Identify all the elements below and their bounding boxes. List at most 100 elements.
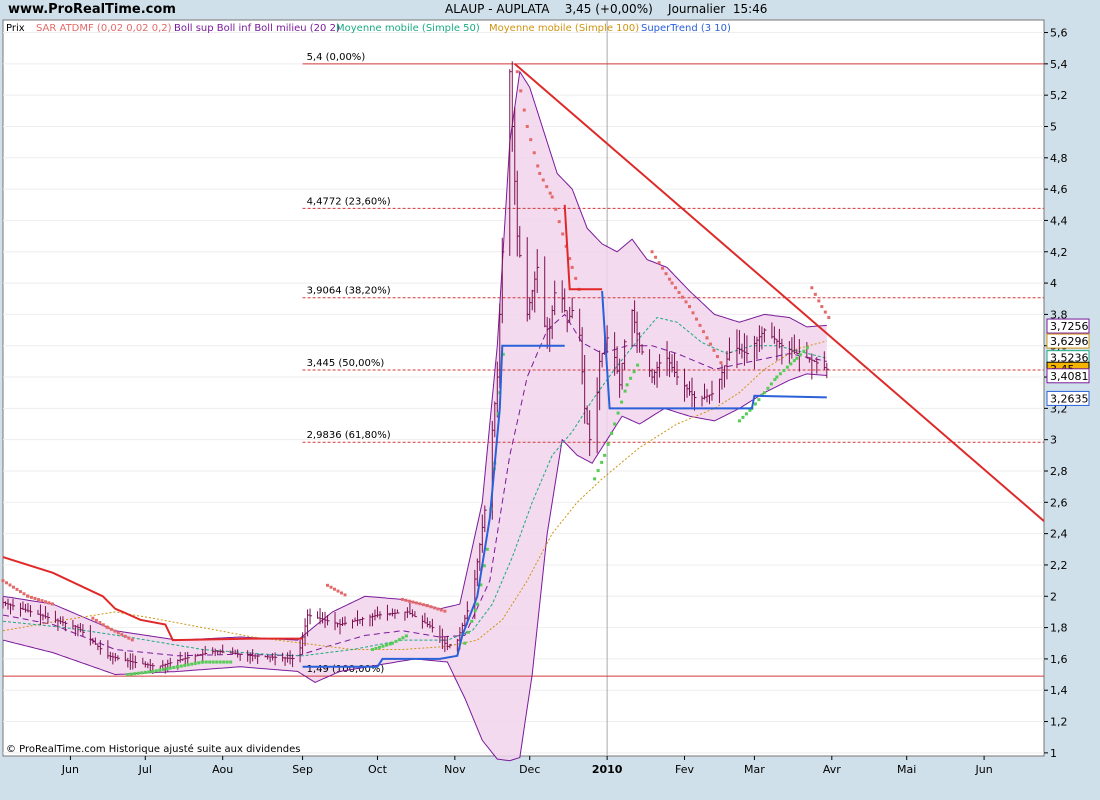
sar-dot-down: [421, 603, 425, 607]
sar-dot-up: [802, 349, 806, 353]
sar-dot-down: [425, 604, 429, 608]
x-tick-label: Mai: [897, 763, 916, 776]
sar-dot-up: [603, 453, 607, 457]
fib-label: 3,9064 (38,20%): [307, 286, 391, 297]
y-tick-label: 4,4: [1050, 214, 1068, 227]
sar-dot-down: [664, 272, 668, 276]
sar-dot-up: [225, 660, 229, 664]
fib-label: 5,4 (0,00%): [307, 52, 366, 63]
sar-dot-up: [215, 660, 219, 664]
x-tick-label: Jun: [974, 763, 992, 776]
sar-dot-down: [36, 598, 40, 602]
sar-dot-up: [404, 634, 408, 638]
sar-dot-up: [596, 469, 600, 473]
legend: Prix SAR ATDMF (0,02 0,02 0,2) Boll sup Bo…: [6, 23, 731, 34]
sar-dot-up: [204, 660, 208, 664]
sar-dot-down: [691, 311, 695, 315]
value-tag-label: 3,7256: [1050, 320, 1089, 333]
y-tick-label: 3: [1050, 434, 1057, 447]
sar-dot-up: [466, 630, 470, 634]
sar-dot-down: [712, 348, 716, 352]
x-tick-label: 2010: [592, 763, 623, 776]
sar-dot-down: [522, 108, 526, 112]
sar-dot-down: [4, 581, 8, 585]
sar-dot-down: [695, 317, 699, 321]
sar-dot-up: [778, 372, 782, 376]
y-tick-label: 2,6: [1050, 496, 1068, 509]
sar-dot-up: [789, 362, 793, 366]
sar-dot-down: [343, 593, 347, 597]
sar-dot-up: [218, 660, 222, 664]
sar-dot-down: [106, 626, 110, 630]
legend-item: Moyenne mobile (Simple 100): [489, 23, 639, 34]
sar-dot-up: [757, 398, 761, 402]
y-tick-label: 2,2: [1050, 559, 1068, 572]
sar-dot-up: [775, 375, 779, 379]
sar-dot-down: [1, 579, 5, 583]
sar-dot-up: [606, 442, 610, 446]
sar-dot-up: [133, 672, 137, 676]
sar-dot-up: [394, 639, 398, 643]
sar-dot-down: [400, 597, 404, 601]
price-chart[interactable]: 5,4 (0,00%) 4,4772 (23,60%) 3,9064 (38,20%…: [0, 0, 1100, 800]
sar-dot-down: [94, 618, 98, 622]
x-tick-label: Dec: [519, 763, 540, 776]
sar-dot-up: [485, 547, 489, 551]
sar-dot-up: [737, 419, 741, 423]
sar-dot-down: [15, 587, 19, 591]
sar-dot-down: [654, 255, 658, 259]
sar-dot-up: [129, 672, 133, 676]
sar-dot-down: [670, 281, 674, 285]
sar-dot-down: [29, 595, 33, 599]
value-tag-label: 3,6296: [1050, 335, 1089, 348]
x-tick-label: Jun: [61, 763, 79, 776]
legend-item: Prix: [6, 23, 25, 34]
sar-dot-up: [766, 386, 770, 390]
y-tick-label: 2: [1050, 590, 1057, 603]
sar-dot-down: [40, 599, 44, 603]
sar-dot-up: [475, 602, 479, 606]
x-tick-label: Fev: [675, 763, 694, 776]
y-tick-label: 2,8: [1050, 465, 1068, 478]
sar-dot-up: [161, 667, 165, 671]
sar-dot-up: [201, 660, 205, 664]
sar-dot-up: [140, 671, 144, 675]
sar-dot-up: [593, 477, 597, 481]
sar-dot-down: [532, 151, 536, 155]
legend-item: Moyenne mobile (Simple 50): [336, 23, 480, 34]
sar-dot-up: [222, 660, 226, 664]
sar-dot-down: [541, 178, 545, 182]
sar-dot-down: [26, 594, 30, 598]
y-tick-label: 1,2: [1050, 716, 1068, 729]
sar-dot-down: [548, 191, 552, 195]
sar-dot-down: [550, 195, 554, 199]
sar-dot-down: [561, 232, 565, 236]
sar-dot-down: [22, 592, 26, 596]
sar-dot-up: [769, 382, 773, 386]
sar-dot-down: [681, 295, 685, 299]
last-value-tags: 3,72563,62963,52363,453,40813,2635: [1046, 318, 1090, 406]
sar-dot-up: [147, 670, 151, 674]
y-tick-label: 4: [1050, 277, 1057, 290]
sar-dot-up: [377, 645, 381, 649]
y-tick-label: 1: [1050, 747, 1057, 760]
sar-dot-down: [418, 602, 422, 606]
sar-dot-down: [411, 600, 415, 604]
sar-dot-down: [545, 185, 549, 189]
sar-dot-up: [795, 356, 799, 360]
sar-dot-up: [168, 666, 172, 670]
y-tick-label: 1,6: [1050, 653, 1068, 666]
value-tag-label: 3,4081: [1050, 370, 1089, 383]
y-tick-label: 1,4: [1050, 684, 1068, 697]
sar-dot-up: [632, 370, 636, 374]
sar-dot-up: [151, 669, 155, 673]
sar-dot-down: [650, 250, 654, 254]
sar-dot-up: [211, 660, 215, 664]
x-tick-label: Sep: [292, 763, 313, 776]
value-tag-label: 3,2635: [1050, 392, 1089, 405]
sar-dot-up: [753, 402, 757, 406]
sar-dot-down: [43, 600, 47, 604]
sar-dot-up: [384, 643, 388, 647]
y-tick-label: 4,2: [1050, 246, 1068, 259]
sar-dot-down: [33, 596, 37, 600]
